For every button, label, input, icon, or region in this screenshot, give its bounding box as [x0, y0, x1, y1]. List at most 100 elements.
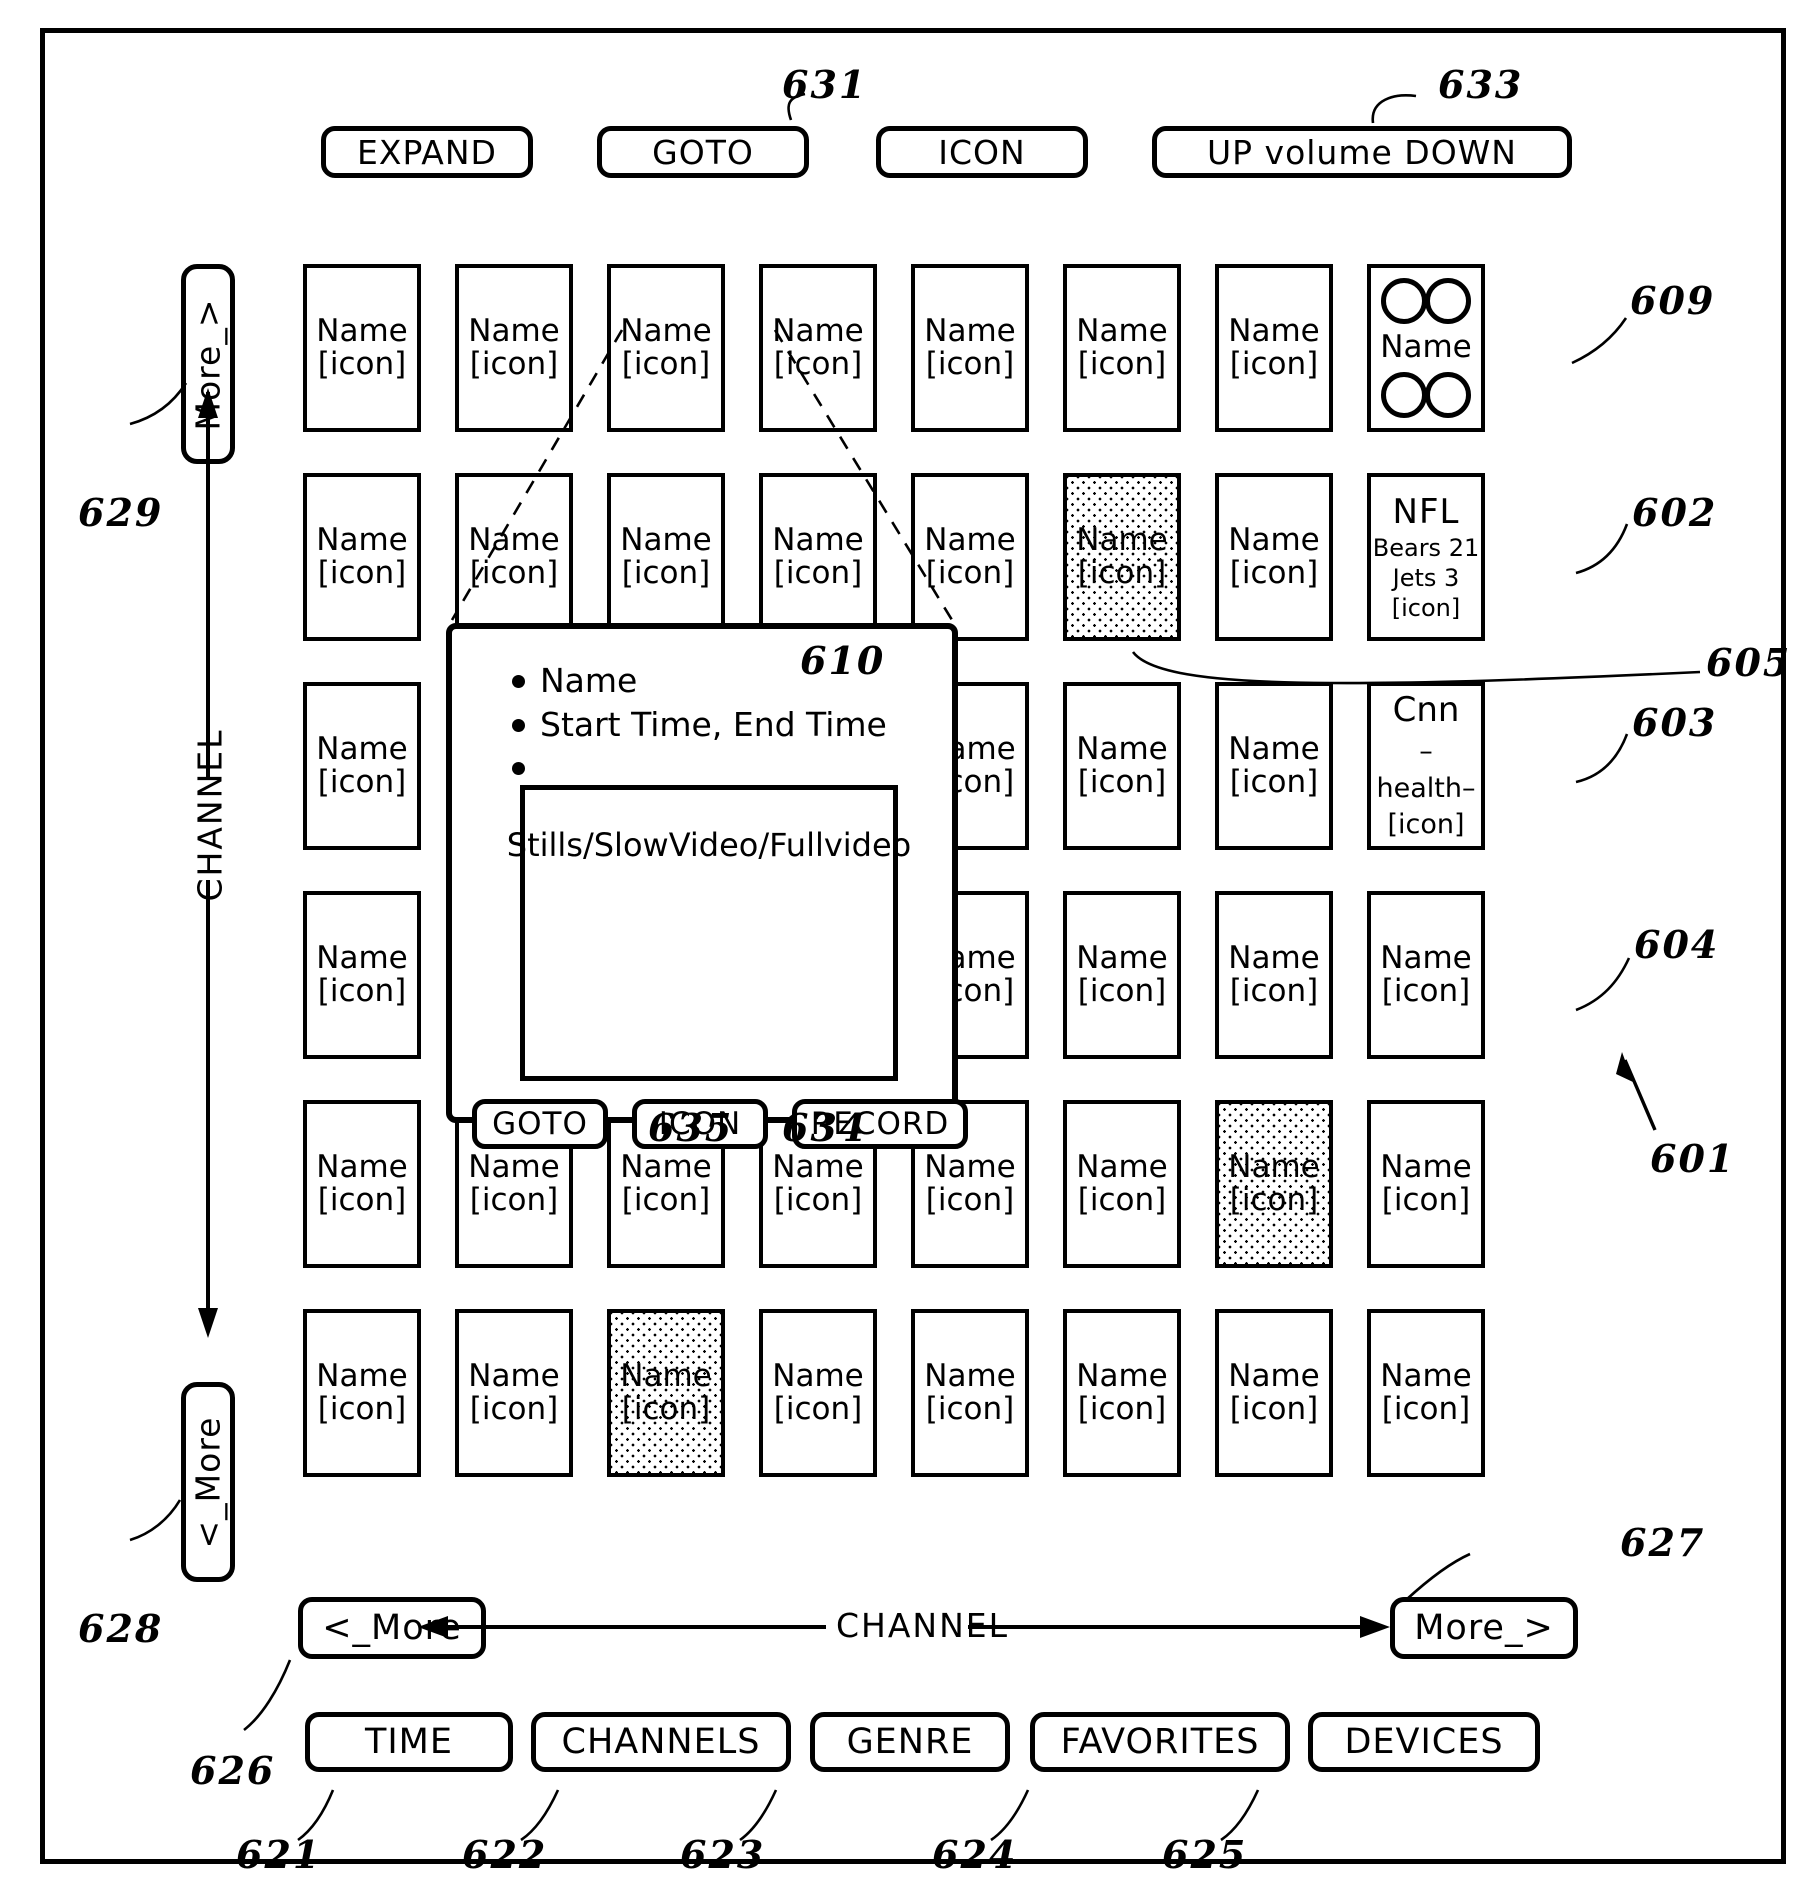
channel-up-more-button[interactable]: More_>	[181, 264, 235, 464]
ref-623: 623	[680, 1832, 766, 1877]
grid-cell-name: Name	[1076, 1148, 1168, 1185]
grid-cell-cnn-health[interactable]: Cnn –health– [icon]	[1367, 682, 1485, 850]
grid-cell-name: Name	[620, 1357, 712, 1394]
channel-next-more-button[interactable]: More_>	[1390, 1597, 1578, 1659]
nfl-league-label: NFL	[1392, 491, 1460, 532]
grid-cell-icon-label: [icon]	[773, 1182, 863, 1218]
circle-icon	[1381, 372, 1427, 418]
popup-video-label: Stills/SlowVideo/Fullvideo	[506, 826, 912, 864]
grid-cell[interactable]: Name[icon]	[303, 682, 421, 850]
grid-cell-selected[interactable]: Name [icon]	[1215, 1100, 1333, 1268]
grid-cell-name: Name	[1228, 1148, 1320, 1185]
grid-cell[interactable]: Name[icon]	[1063, 1100, 1181, 1268]
grid-cell-name: Name	[1228, 939, 1320, 976]
devices-button[interactable]: DEVICES	[1308, 1712, 1540, 1772]
grid-cell-nfl-score[interactable]: NFL Bears 21 Jets 3 [icon]	[1367, 473, 1485, 641]
favorites-button[interactable]: FAVORITES	[1030, 1712, 1290, 1772]
grid-cell[interactable]: Name[icon]	[303, 473, 421, 641]
grid-cell-name: Name	[772, 312, 864, 349]
grid-cell[interactable]: Name[icon]	[1215, 1309, 1333, 1477]
grid-cell-icon-label: [icon]	[1381, 1182, 1471, 1218]
grid-cell-quad-icon[interactable]: Name	[1367, 264, 1485, 432]
ref-602: 602	[1632, 490, 1718, 535]
grid-cell-selected[interactable]: Name [icon]	[1063, 473, 1181, 641]
grid-cell[interactable]: Name[icon]	[607, 473, 725, 641]
grid-cell[interactable]: Name[icon]	[1215, 682, 1333, 850]
ref-633: 633	[1438, 62, 1524, 107]
genre-button[interactable]: GENRE	[810, 1712, 1010, 1772]
grid-cell[interactable]: Name[icon]	[759, 1309, 877, 1477]
grid-cell[interactable]: Name[icon]	[303, 891, 421, 1059]
grid-cell[interactable]: Name[icon]	[759, 264, 877, 432]
popup-goto-button[interactable]: GOTO	[472, 1099, 608, 1149]
grid-cell-icon-label: [icon]	[317, 973, 407, 1009]
goto-button[interactable]: GOTO	[597, 126, 809, 178]
grid-cell-name: Name	[468, 1148, 560, 1185]
grid-cell[interactable]: Name[icon]	[1367, 1100, 1485, 1268]
ref-625: 625	[1162, 1832, 1248, 1877]
grid-cell[interactable]: Name[icon]	[911, 1309, 1029, 1477]
grid-cell-icon-label: [icon]	[1229, 346, 1319, 382]
grid-cell-icon-label: [icon]	[317, 346, 407, 382]
nfl-score-line-2: Jets 3	[1392, 564, 1460, 593]
grid-cell[interactable]: Name[icon]	[455, 1309, 573, 1477]
grid-cell-icon-label: [icon]	[1229, 764, 1319, 800]
grid-cell[interactable]: Name[icon]	[303, 1100, 421, 1268]
grid-cell[interactable]: Name[icon]	[1063, 1309, 1181, 1477]
grid-cell[interactable]: Name[icon]	[1367, 1309, 1485, 1477]
grid-cell-name: Name	[772, 521, 864, 558]
grid-cell[interactable]: Name[icon]	[1367, 891, 1485, 1059]
ref-635: 635	[648, 1105, 734, 1150]
grid-cell[interactable]: Name[icon]	[1063, 264, 1181, 432]
circle-icon	[1381, 278, 1427, 324]
grid-cell[interactable]: Name[icon]	[455, 473, 573, 641]
grid-cell-icon-label: [icon]	[621, 1391, 711, 1427]
popup-video-preview[interactable]: Stills/SlowVideo/Fullvideo	[507, 785, 911, 1081]
grid-cell[interactable]: Name[icon]	[911, 264, 1029, 432]
volume-button[interactable]: UP volume DOWN	[1152, 126, 1572, 178]
grid-cell-selected[interactable]: Name [icon]	[607, 1309, 725, 1477]
grid-cell[interactable]: Name[icon]	[1215, 264, 1333, 432]
grid-cell-icon-label: [icon]	[469, 1182, 559, 1218]
grid-cell-name: Name	[1228, 521, 1320, 558]
grid-cell-name: Name	[620, 312, 712, 349]
grid-cell-name: Name	[924, 1148, 1016, 1185]
grid-cell-name: Name	[316, 730, 408, 767]
program-detail-popup[interactable]: Name Start Time, End Time Stills/SlowVid…	[446, 623, 968, 1149]
grid-cell-icon-label: [icon]	[1077, 973, 1167, 1009]
grid-cell-name: Name	[316, 1357, 408, 1394]
grid-cell[interactable]: Name[icon]	[1063, 891, 1181, 1059]
grid-cell[interactable]: Name[icon]	[303, 264, 421, 432]
channels-button[interactable]: CHANNELS	[531, 1712, 791, 1772]
grid-cell[interactable]: Name[icon]	[1063, 682, 1181, 850]
grid-cell[interactable]: Name[icon]	[455, 264, 573, 432]
grid-cell-icon-label: [icon]	[317, 555, 407, 591]
grid-cell[interactable]: Name[icon]	[759, 473, 877, 641]
time-button[interactable]: TIME	[305, 1712, 513, 1772]
ref-622: 622	[462, 1832, 548, 1877]
channel-down-more-button[interactable]: <_More	[181, 1382, 235, 1582]
channel-prev-more-button[interactable]: <_More	[298, 1597, 486, 1659]
channel-up-more-label: More_>	[188, 298, 228, 430]
nfl-icon-label: [icon]	[1391, 594, 1461, 623]
grid-cell-name: Name	[924, 1357, 1016, 1394]
grid-cell-name: Name	[1228, 730, 1320, 767]
grid-cell[interactable]: Name[icon]	[607, 264, 725, 432]
grid-cell-name: Name	[1228, 312, 1320, 349]
grid-cell[interactable]: Name[icon]	[1215, 473, 1333, 641]
expand-button[interactable]: EXPAND	[321, 126, 533, 178]
ref-605: 605	[1706, 640, 1792, 685]
grid-cell-icon-label: [icon]	[1229, 973, 1319, 1009]
ref-628: 628	[78, 1606, 164, 1651]
grid-cell-icon-label: [icon]	[773, 1391, 863, 1427]
ref-631: 631	[782, 62, 868, 107]
grid-cell[interactable]: Name[icon]	[911, 473, 1029, 641]
ref-610: 610	[800, 638, 886, 683]
icon-button[interactable]: ICON	[876, 126, 1088, 178]
grid-cell[interactable]: Name[icon]	[1215, 891, 1333, 1059]
grid-cell-icon-label: [icon]	[621, 1182, 711, 1218]
ref-601: 601	[1650, 1136, 1736, 1181]
grid-cell-icon-label: [icon]	[1229, 555, 1319, 591]
grid-cell[interactable]: Name[icon]	[303, 1309, 421, 1477]
grid-cell-icon-label: [icon]	[469, 555, 559, 591]
